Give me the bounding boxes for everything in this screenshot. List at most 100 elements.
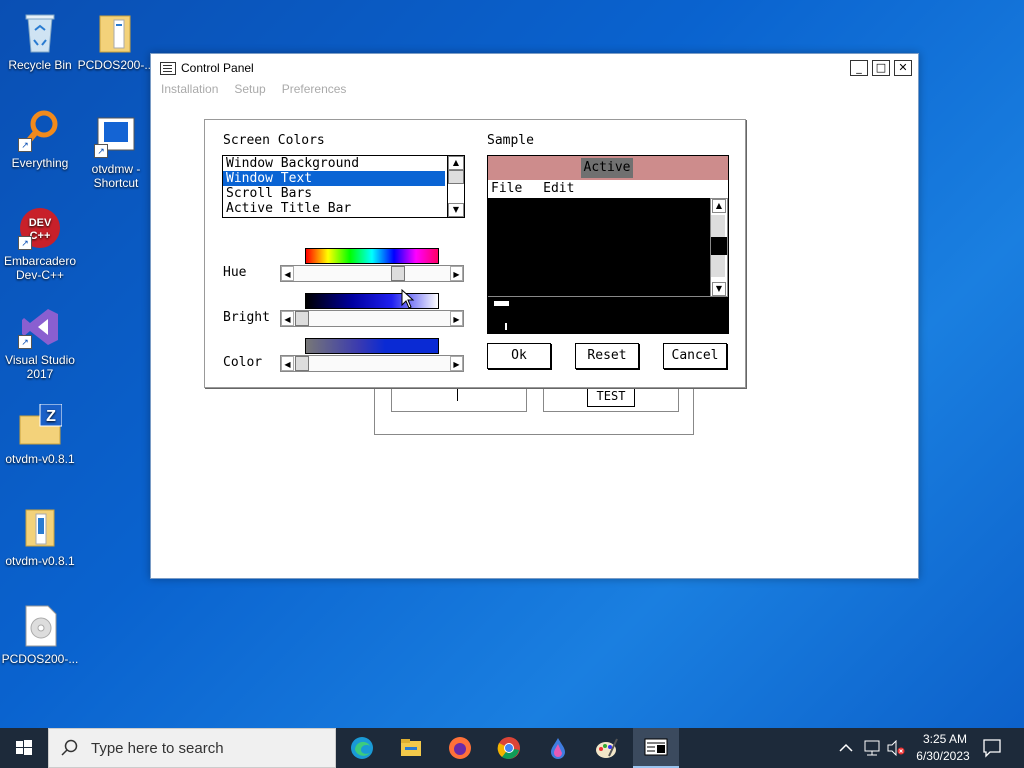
cancel-button[interactable]: Cancel xyxy=(663,343,727,369)
text-cursor xyxy=(457,388,458,401)
list-item[interactable]: Window Background xyxy=(223,156,464,171)
devcpp-icon: DEV C++ ↗ xyxy=(18,206,62,250)
file-explorer-icon[interactable] xyxy=(399,736,423,760)
menu-installation[interactable]: Installation xyxy=(161,82,218,98)
menu-bar: Installation Setup Preferences xyxy=(151,82,918,98)
hue-slider[interactable]: ◀ ▶ xyxy=(280,265,464,282)
sample-menu: File Edit xyxy=(488,180,728,198)
visual-studio-icon: ↗ xyxy=(18,305,62,349)
maximize-button[interactable]: □ xyxy=(872,60,890,76)
shortcut-arrow-icon: ↗ xyxy=(18,236,32,250)
sample-preview: Active File Edit ▲ ▼ xyxy=(487,155,729,334)
menu-preferences[interactable]: Preferences xyxy=(282,82,347,98)
colors-dialog: Screen Colors Sample Window Background W… xyxy=(204,119,746,388)
ok-button[interactable]: Ok xyxy=(487,343,551,369)
hue-thumb[interactable] xyxy=(391,266,405,281)
search-placeholder: Type here to search xyxy=(91,739,224,757)
search-icon xyxy=(61,739,78,756)
scroll-right-arrow-icon[interactable]: ▶ xyxy=(450,311,463,326)
desktop-icon-everything[interactable]: ↗ Everything xyxy=(0,108,80,170)
sample-scroll-track xyxy=(711,255,725,277)
sample-scroll-thumb xyxy=(711,237,727,255)
minimize-button[interactable]: _ xyxy=(850,60,868,76)
zip-folder-icon: Z xyxy=(18,403,63,448)
test-button[interactable]: TEST xyxy=(587,386,635,407)
desktop-icon-label: PCDOS200-... xyxy=(1,652,79,666)
paint-drop-icon[interactable] xyxy=(546,736,570,760)
mouse-pointer-icon xyxy=(401,289,415,309)
edge-browser-icon[interactable] xyxy=(350,736,374,760)
reset-button[interactable]: Reset xyxy=(575,343,639,369)
scroll-down-arrow-icon: ▼ xyxy=(712,282,726,296)
scroll-down-arrow-icon[interactable]: ▼ xyxy=(448,203,464,217)
taskbar: Type here to search 3:25 AM 6/30/2023 xyxy=(0,728,1024,768)
desktop-icon-visual-studio[interactable]: ↗ Visual Studio 2017 xyxy=(0,305,80,381)
list-scrollbar[interactable]: ▲ ▼ xyxy=(447,156,464,217)
notifications-icon[interactable] xyxy=(982,738,1002,758)
shortcut-arrow-icon: ↗ xyxy=(18,335,32,349)
chevron-up-icon[interactable] xyxy=(838,740,854,756)
paint-palette-icon[interactable] xyxy=(595,736,619,760)
desktop-icon-label: Visual Studio 2017 xyxy=(5,353,75,381)
list-item[interactable]: Scroll Bars xyxy=(223,186,464,201)
windows-logo-icon xyxy=(16,740,32,755)
desktop-icon-pcdos-disk[interactable]: PCDOS200-... xyxy=(0,604,80,666)
chrome-icon[interactable] xyxy=(497,736,521,760)
color-spectrum xyxy=(305,338,439,354)
desktop-icon-label: Recycle Bin xyxy=(8,58,72,72)
scroll-left-arrow-icon[interactable]: ◀ xyxy=(281,356,294,371)
desktop-icon-pcdos-folder[interactable]: PCDOS200-... xyxy=(76,10,156,72)
desktop-icon-otvdm-folder[interactable]: otvdm-v0.8.1 xyxy=(0,506,80,568)
window-titlebar[interactable]: Control Panel _ □ ✕ xyxy=(151,54,918,82)
volume-muted-icon[interactable] xyxy=(886,740,906,756)
folder-icon xyxy=(18,506,62,550)
start-button[interactable] xyxy=(0,728,48,768)
sample-client-area xyxy=(488,198,710,296)
sample-scroll-track xyxy=(711,215,725,237)
desktop-icon-otvdmw-shortcut[interactable]: ↗ otvdmw - Shortcut xyxy=(76,114,156,190)
bright-thumb[interactable] xyxy=(295,311,309,326)
shortcut-arrow-icon: ↗ xyxy=(18,138,32,152)
sample-menu-file: File xyxy=(491,181,523,196)
folder-icon xyxy=(94,10,138,54)
menu-setup[interactable]: Setup xyxy=(234,82,265,98)
color-label: Color xyxy=(223,355,263,370)
system-menu-icon[interactable] xyxy=(160,61,176,75)
recycle-bin-icon xyxy=(18,10,62,54)
scroll-right-arrow-icon[interactable]: ▶ xyxy=(450,356,463,371)
desktop-icon-label: otvdm-v0.8.1 xyxy=(5,554,75,568)
desktop-icon-label: otvdmw - Shortcut xyxy=(91,162,141,190)
network-icon[interactable] xyxy=(862,740,882,756)
control-panel-app-icon xyxy=(644,738,668,756)
desktop-icon-otvdm-zip[interactable]: Z otvdm-v0.8.1 xyxy=(0,403,80,466)
screen-colors-list[interactable]: Window Background Window Text Scroll Bar… xyxy=(222,155,465,218)
sample-scrollbar: ▲ ▼ xyxy=(710,198,728,297)
svg-text:C++: C++ xyxy=(30,230,51,242)
list-item-selected[interactable]: Window Text xyxy=(223,171,445,186)
desktop-icon-label: otvdm-v0.8.1 xyxy=(5,452,75,466)
scroll-up-arrow-icon[interactable]: ▲ xyxy=(448,156,464,170)
sample-caret xyxy=(505,323,507,330)
clock-time[interactable]: 3:25 AM xyxy=(916,732,974,746)
color-slider[interactable]: ◀ ▶ xyxy=(280,355,464,372)
color-thumb[interactable] xyxy=(295,356,309,371)
scroll-thumb[interactable] xyxy=(448,170,464,184)
taskbar-active-app[interactable] xyxy=(633,728,679,768)
clock-date[interactable]: 6/30/2023 xyxy=(910,749,976,763)
desktop-icon-devcpp[interactable]: DEV C++ ↗ Embarcadero Dev-C++ xyxy=(0,206,80,282)
sample-label: Sample xyxy=(487,133,534,148)
firefox-icon[interactable] xyxy=(448,736,472,760)
desktop-icon-recycle-bin[interactable]: Recycle Bin xyxy=(0,10,80,72)
scroll-left-arrow-icon[interactable]: ◀ xyxy=(281,266,294,281)
scroll-left-arrow-icon[interactable]: ◀ xyxy=(281,311,294,326)
window-title: Control Panel xyxy=(181,61,254,75)
sample-highlight-block xyxy=(494,301,509,306)
background-text-field[interactable] xyxy=(391,386,527,412)
close-button[interactable]: ✕ xyxy=(894,60,912,76)
hue-label: Hue xyxy=(223,265,247,280)
list-item[interactable]: Active Title Bar xyxy=(223,201,464,216)
taskbar-search-box[interactable]: Type here to search xyxy=(48,728,336,768)
scroll-right-arrow-icon[interactable]: ▶ xyxy=(450,266,463,281)
bright-slider[interactable]: ◀ ▶ xyxy=(280,310,464,327)
shortcut-arrow-icon: ↗ xyxy=(94,144,108,158)
